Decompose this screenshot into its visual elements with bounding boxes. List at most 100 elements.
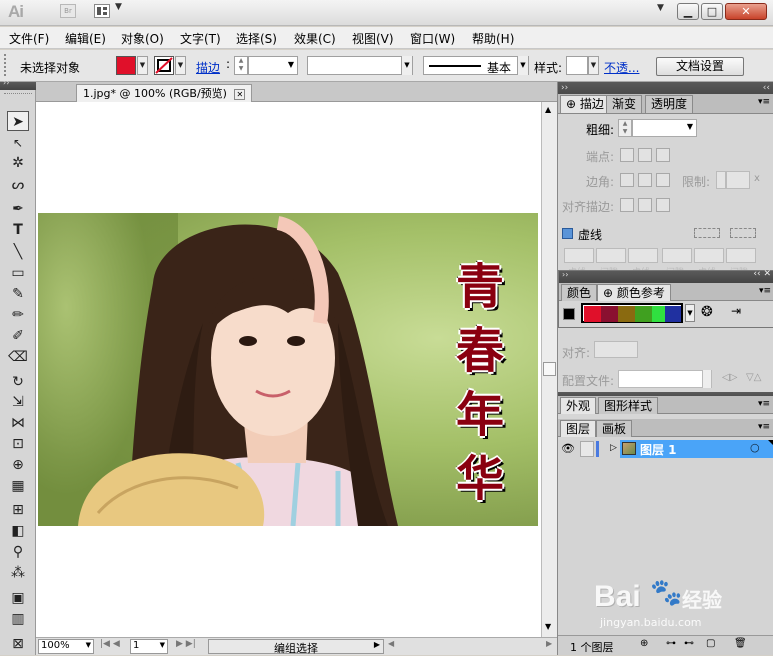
menu-type[interactable]: 文字(T) <box>180 30 221 47</box>
base-color-swatch[interactable] <box>563 308 575 320</box>
style-dropdown[interactable]: ▼ <box>588 56 599 75</box>
free-transform-tool-icon[interactable]: ⊡ <box>7 434 29 454</box>
close-tab-icon[interactable]: ✕ <box>234 89 246 100</box>
gripper-icon[interactable] <box>4 54 10 76</box>
save-color-group-icon[interactable]: ⇥ <box>731 304 741 318</box>
arrange-documents-icon[interactable] <box>94 4 110 18</box>
line-tool-icon[interactable]: ╲ <box>7 242 29 262</box>
stroke-weight-input[interactable]: ▼ <box>248 56 298 75</box>
gap-3-input[interactable] <box>726 248 756 263</box>
harmony-swatch-6[interactable] <box>665 306 681 322</box>
minimize-button[interactable]: ▁ <box>677 3 699 20</box>
layer-row[interactable]: 👁 ▷ 图层 1 ○ <box>558 440 773 458</box>
workspace-switcher-icon[interactable]: ▼ <box>657 3 664 13</box>
width-tool-icon[interactable]: ⋈ <box>7 413 29 433</box>
round-join-icon[interactable] <box>638 173 652 187</box>
tab-gradient[interactable]: 渐变 <box>606 95 643 113</box>
menu-effect[interactable]: 效果(C) <box>294 30 336 47</box>
tab-color-guide[interactable]: ⊕ 颜色参考 <box>597 284 671 301</box>
harmony-swatch-1[interactable] <box>584 306 602 322</box>
color-panel-menu-icon[interactable]: ▾≡ <box>759 286 771 296</box>
expand-triangle-icon[interactable]: ▷ <box>610 443 617 453</box>
align-outside-icon[interactable] <box>656 198 670 212</box>
rotate-tool-icon[interactable]: ↻ <box>7 372 29 392</box>
align-to-select[interactable] <box>594 341 638 358</box>
shape-builder-tool-icon[interactable]: ⊕ <box>7 455 29 475</box>
menu-object[interactable]: 对象(O) <box>121 30 164 47</box>
gradient-tool-icon[interactable]: ◧ <box>7 521 29 541</box>
chevron-down-icon[interactable]: ▼ <box>115 2 122 12</box>
harmony-dropdown[interactable]: ▼ <box>685 304 695 322</box>
pen-tool-icon[interactable]: ✒ <box>7 199 29 219</box>
paintbrush-tool-icon[interactable]: ✎ <box>7 284 29 304</box>
tab-appearance[interactable]: 外观 <box>560 397 597 414</box>
scroll-left-icon[interactable]: ◀ <box>388 639 394 648</box>
stroke-color-swatch[interactable] <box>154 56 174 75</box>
menu-help[interactable]: 帮助(H) <box>472 30 514 47</box>
blob-brush-tool-icon[interactable]: ✐ <box>7 326 29 346</box>
stroke-dropdown[interactable]: ▼ <box>175 56 186 75</box>
flip-vertical-icon[interactable]: ▽△ <box>746 372 761 383</box>
lock-toggle[interactable] <box>580 441 594 457</box>
edit-colors-icon[interactable]: ❂ <box>701 304 713 320</box>
dash-3-input[interactable] <box>694 248 724 263</box>
symbol-sprayer-tool-icon[interactable]: ▣ <box>7 588 29 608</box>
weight-stepper[interactable]: ▲ ▼ <box>618 119 632 137</box>
tab-transparency[interactable]: 透明度 <box>645 95 694 113</box>
dashed-checkbox[interactable] <box>562 228 573 239</box>
panel-menu-icon[interactable]: ▾≡ <box>758 97 770 107</box>
new-layer-icon[interactable]: ▢ <box>706 638 715 649</box>
round-cap-icon[interactable] <box>638 148 652 162</box>
scroll-up-icon[interactable]: ▲ <box>545 105 551 114</box>
pencil-tool-icon[interactable]: ✏ <box>7 305 29 325</box>
eraser-tool-icon[interactable]: ⌫ <box>7 347 29 367</box>
eyedropper-tool-icon[interactable]: ⚲ <box>7 542 29 562</box>
gap-1-input[interactable] <box>596 248 626 263</box>
magic-wand-tool-icon[interactable]: ✲ <box>7 153 29 173</box>
stroke-weight-stepper[interactable]: ▲ ▼ <box>234 56 248 75</box>
maximize-button[interactable]: □ <box>701 3 723 20</box>
tab-layers[interactable]: 图层 <box>560 420 597 437</box>
stroke-link[interactable]: 描边 <box>196 59 220 76</box>
dash-preserve-icon[interactable] <box>694 228 720 238</box>
limit-stepper[interactable] <box>716 171 726 189</box>
harmony-swatch-2[interactable] <box>601 306 619 322</box>
type-tool-icon[interactable]: T <box>7 220 29 240</box>
document-setup-button[interactable]: 文档设置 <box>656 57 744 76</box>
close-button[interactable]: ✕ <box>725 3 767 20</box>
appearance-menu-icon[interactable]: ▾≡ <box>758 399 770 409</box>
scroll-down-icon[interactable]: ▼ <box>545 622 551 631</box>
style-swatch[interactable] <box>566 56 588 75</box>
align-inside-icon[interactable] <box>638 198 652 212</box>
fill-color-swatch[interactable] <box>116 56 136 75</box>
menu-edit[interactable]: 编辑(E) <box>65 30 106 47</box>
flip-horizontal-icon[interactable]: ◁▷ <box>722 372 737 383</box>
layer-selected-highlight[interactable]: 图层 1 ○ <box>620 440 773 458</box>
opacity-link[interactable]: 不透... <box>604 59 639 76</box>
menu-view[interactable]: 视图(V) <box>352 30 394 47</box>
new-sublayer-icon[interactable]: ⊷ <box>684 638 694 649</box>
scale-tool-icon[interactable]: ⇲ <box>7 392 29 412</box>
harmony-swatch-4[interactable] <box>635 306 653 322</box>
weight-input[interactable]: ▼ <box>632 119 697 137</box>
menu-select[interactable]: 选择(S) <box>236 30 277 47</box>
profile-select[interactable] <box>618 370 712 388</box>
align-center-icon[interactable] <box>620 198 634 212</box>
tab-color[interactable]: 颜色 <box>561 284 598 301</box>
direct-selection-tool-icon[interactable]: ↖ <box>7 133 29 153</box>
brush-profile-select[interactable]: 基本 ▼ <box>423 56 529 75</box>
status-mode[interactable]: 编组选择 ▶ <box>208 639 384 655</box>
page-select[interactable]: 1 ▼ <box>130 639 168 654</box>
bevel-join-icon[interactable] <box>656 173 670 187</box>
dash-align-icon[interactable] <box>730 228 756 238</box>
vertical-title-text[interactable]: 青 春 年 华 <box>445 255 515 511</box>
scroll-thumb[interactable] <box>543 362 556 376</box>
limit-input[interactable] <box>726 171 750 189</box>
column-graph-tool-icon[interactable]: ▥ <box>7 609 29 629</box>
scroll-right-icon[interactable]: ▶ <box>546 639 552 648</box>
gap-2-input[interactable] <box>662 248 692 263</box>
vertical-scrollbar[interactable]: ▲ ▼ <box>541 102 557 637</box>
first-page-icon[interactable]: |◀ ◀ <box>100 639 120 649</box>
document-tab[interactable]: 1.jpg* @ 100% (RGB/预览) ✕ <box>76 84 253 102</box>
next-page-icon[interactable]: ▶ ▶| <box>176 639 196 649</box>
